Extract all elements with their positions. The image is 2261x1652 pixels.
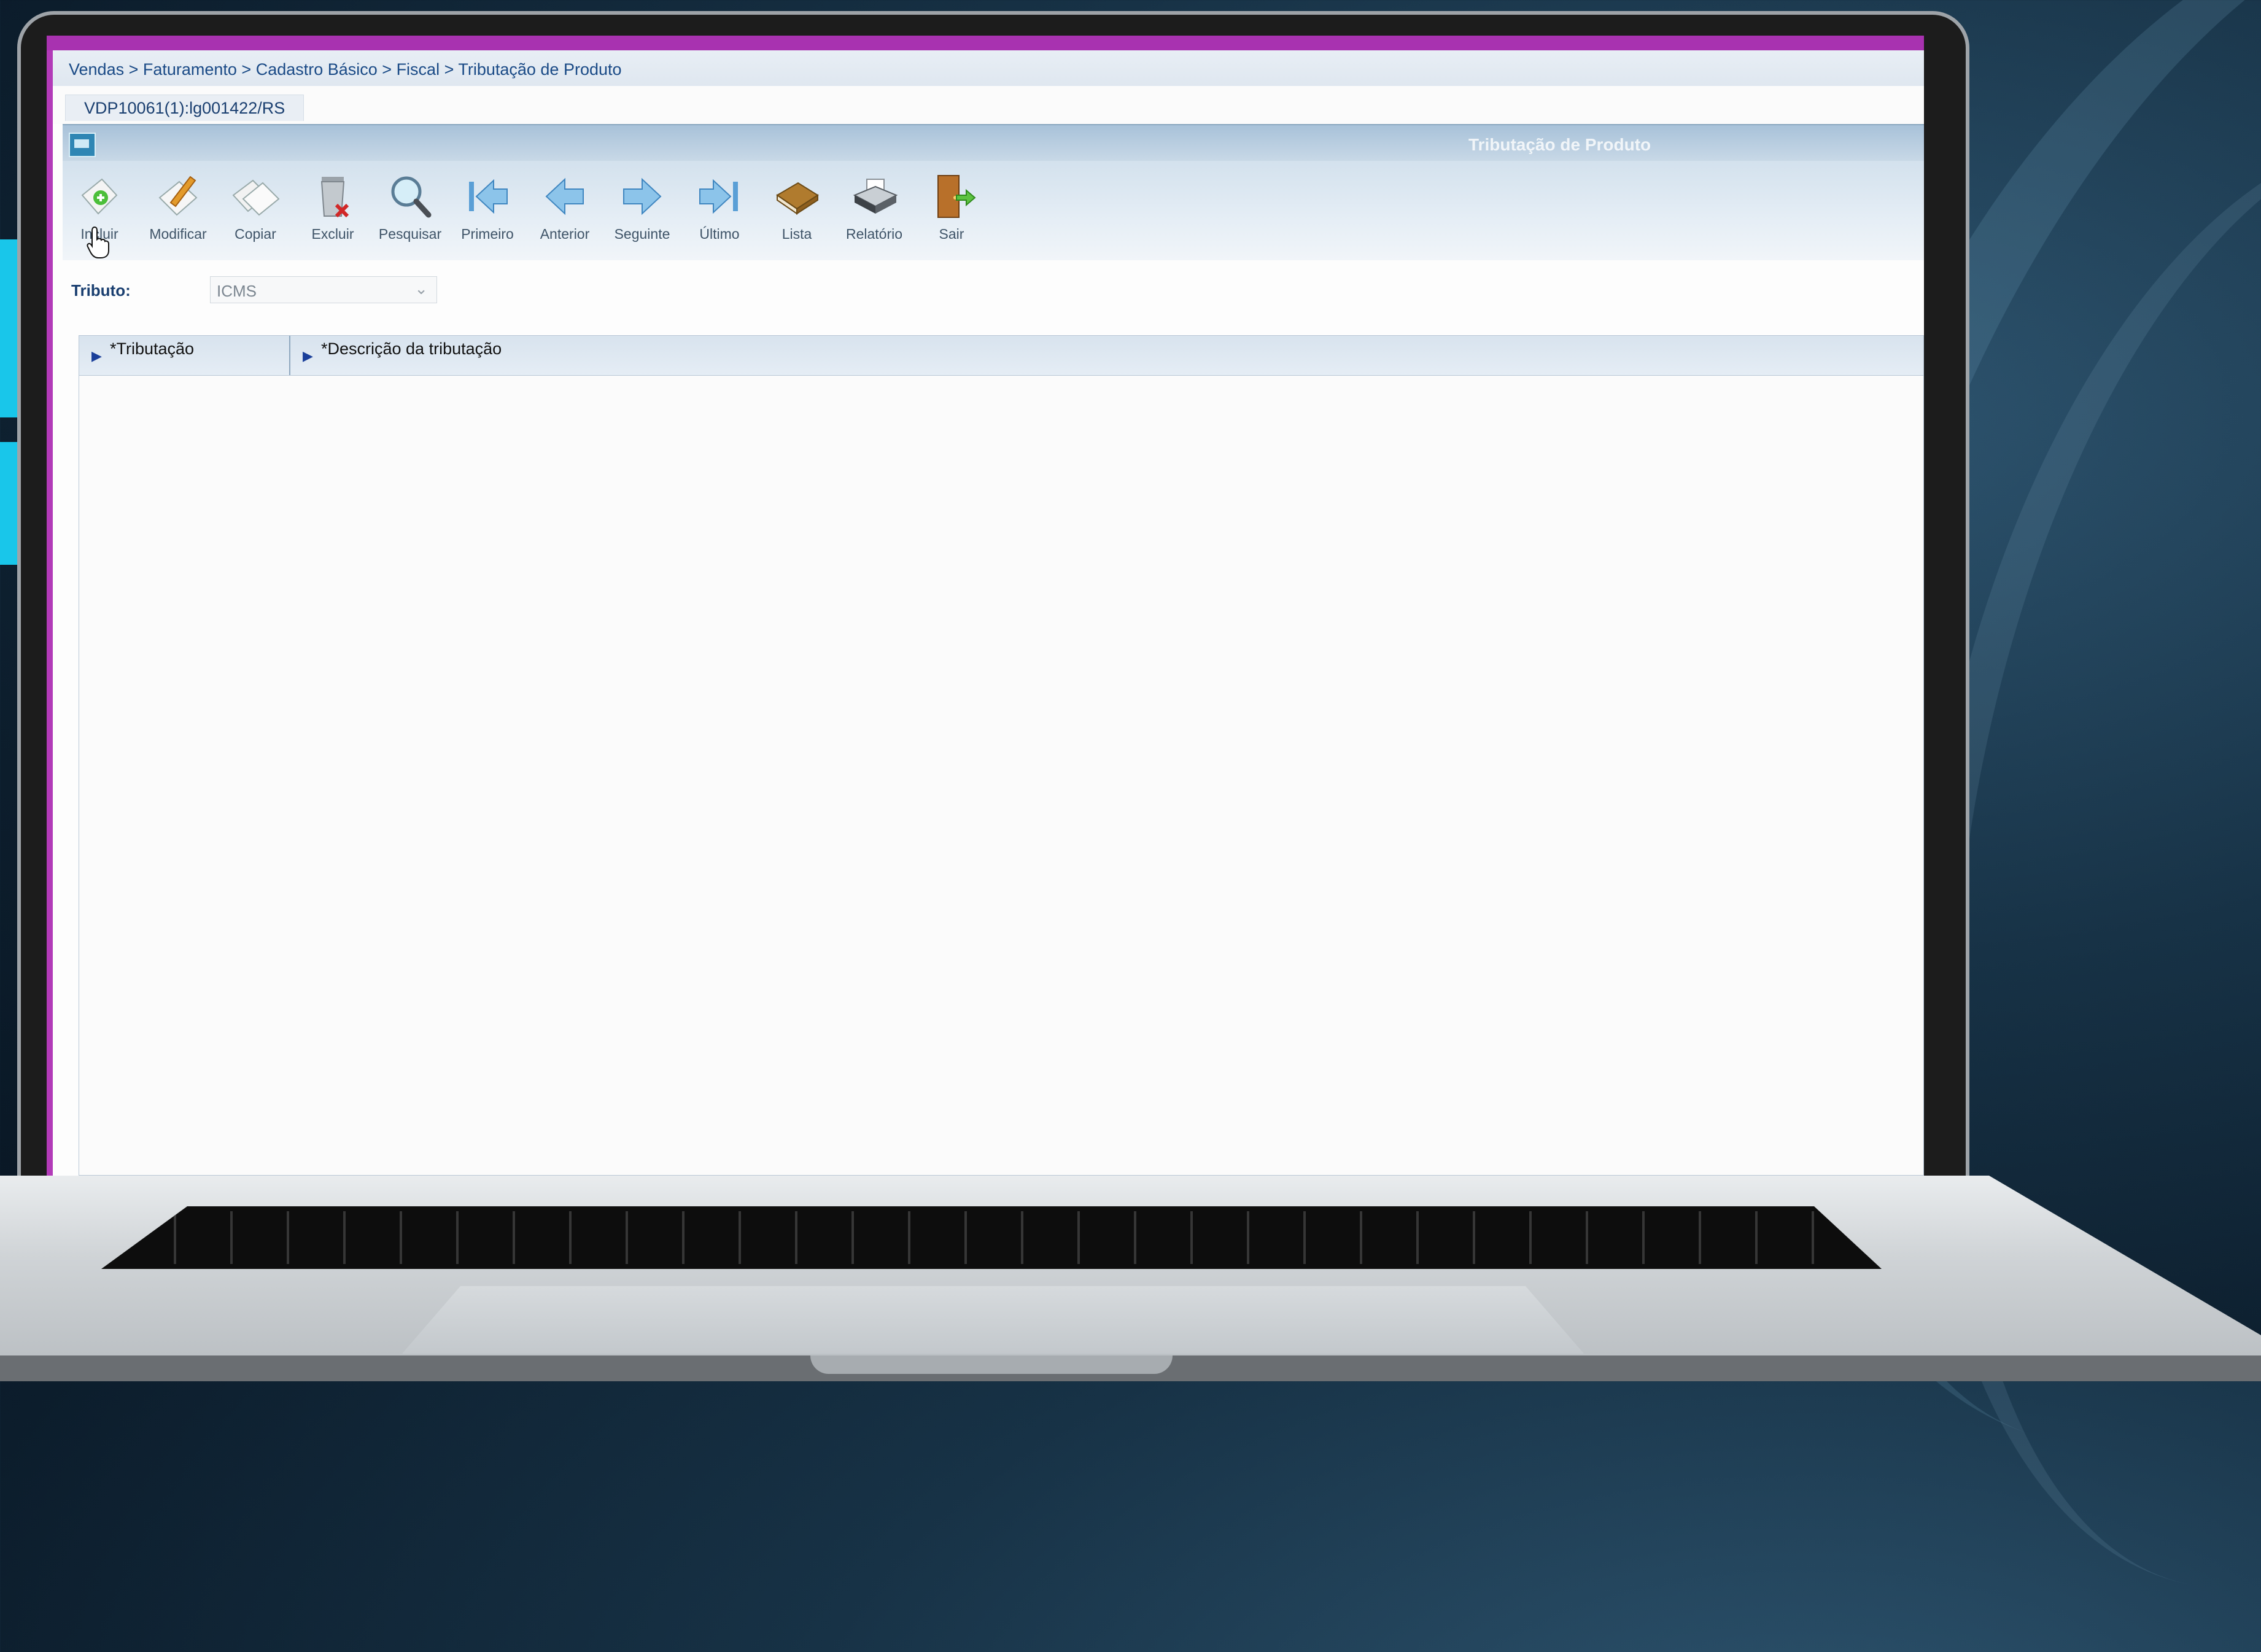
sair-button[interactable]: Sair (915, 171, 988, 250)
relatorio-label: Relatório (845, 226, 903, 242)
column-header-descricao[interactable]: ▶ *Descrição da tributação (290, 336, 1923, 375)
lista-button[interactable]: Lista (760, 171, 834, 250)
edit-document-icon (158, 176, 198, 216)
window-title: Tributação de Produto (1468, 135, 1651, 154)
anterior-button[interactable]: Anterior (528, 171, 602, 250)
column-header-label: *Descrição da tributação (321, 339, 502, 358)
hand-cursor-icon (87, 226, 109, 258)
relatorio-button[interactable]: Relatório (837, 171, 911, 250)
laptop-keyboard (101, 1206, 1882, 1269)
laptop-notch (810, 1355, 1173, 1374)
pesquisar-label: Pesquisar (378, 226, 442, 242)
breadcrumb-bar: Vendas > Faturamento > Cadastro Básico >… (53, 50, 1924, 86)
book-icon (776, 182, 819, 215)
printer-icon (853, 179, 898, 214)
copy-icon (232, 179, 280, 216)
ultimo-label: Último (699, 226, 740, 242)
first-record-icon (469, 179, 508, 214)
caret-right-icon: ▶ (303, 348, 313, 363)
previous-record-icon (545, 177, 584, 215)
laptop-touchpad (402, 1286, 1584, 1354)
exit-door-icon (937, 175, 976, 218)
excluir-label: Excluir (311, 226, 354, 242)
grid-header: ▶ *Tributação ▶ *Descrição da tributação (79, 336, 1923, 376)
sair-label: Sair (939, 226, 964, 242)
program-tab[interactable]: VDP10061(1):lg001422/RS (65, 95, 304, 121)
lista-label: Lista (781, 226, 812, 242)
copiar-label: Copiar (235, 226, 276, 242)
chevron-down-icon: ⌄ (414, 279, 428, 298)
tributo-label: Tributo: (71, 281, 131, 300)
excluir-button[interactable]: Excluir (296, 171, 370, 250)
new-document-icon (81, 178, 118, 215)
tributo-select[interactable]: ICMS ⌄ (210, 276, 437, 303)
last-record-icon (699, 179, 738, 214)
window-title-bar: Tributação de Produto (63, 124, 1924, 162)
modificar-label: Modificar (149, 226, 207, 242)
column-header-label: *Tributação (110, 339, 195, 358)
tab-row: VDP10061(1):lg001422/RS (53, 86, 1924, 124)
laptop-screen: Vendas > Faturamento > Cadastro Básico >… (47, 36, 1924, 1176)
data-grid: ▶ *Tributação ▶ *Descrição da tributação (79, 335, 1924, 1176)
primeiro-label: Primeiro (461, 226, 514, 242)
window-icon[interactable] (69, 133, 96, 157)
next-record-icon (623, 177, 662, 215)
anterior-label: Anterior (540, 226, 590, 242)
breadcrumb[interactable]: Vendas > Faturamento > Cadastro Básico >… (69, 60, 622, 79)
copiar-button[interactable]: Copiar (219, 171, 292, 250)
trash-icon (320, 177, 349, 218)
search-icon (391, 176, 432, 218)
accent-bar (47, 36, 1924, 50)
seguinte-label: Seguinte (614, 226, 670, 242)
ultimo-button[interactable]: Último (683, 171, 756, 250)
toolbar: Incluir Modificar Copiar Excluir Pesquis… (63, 161, 1924, 260)
seguinte-button[interactable]: Seguinte (605, 171, 679, 250)
caret-right-icon: ▶ (91, 348, 102, 363)
tributo-value: ICMS (217, 282, 257, 300)
accent-bar (47, 36, 53, 1176)
column-header-tributacao[interactable]: ▶ *Tributação (79, 336, 290, 375)
primeiro-button[interactable]: Primeiro (451, 171, 524, 250)
modificar-button[interactable]: Modificar (141, 171, 215, 250)
pesquisar-button[interactable]: Pesquisar (373, 171, 447, 250)
